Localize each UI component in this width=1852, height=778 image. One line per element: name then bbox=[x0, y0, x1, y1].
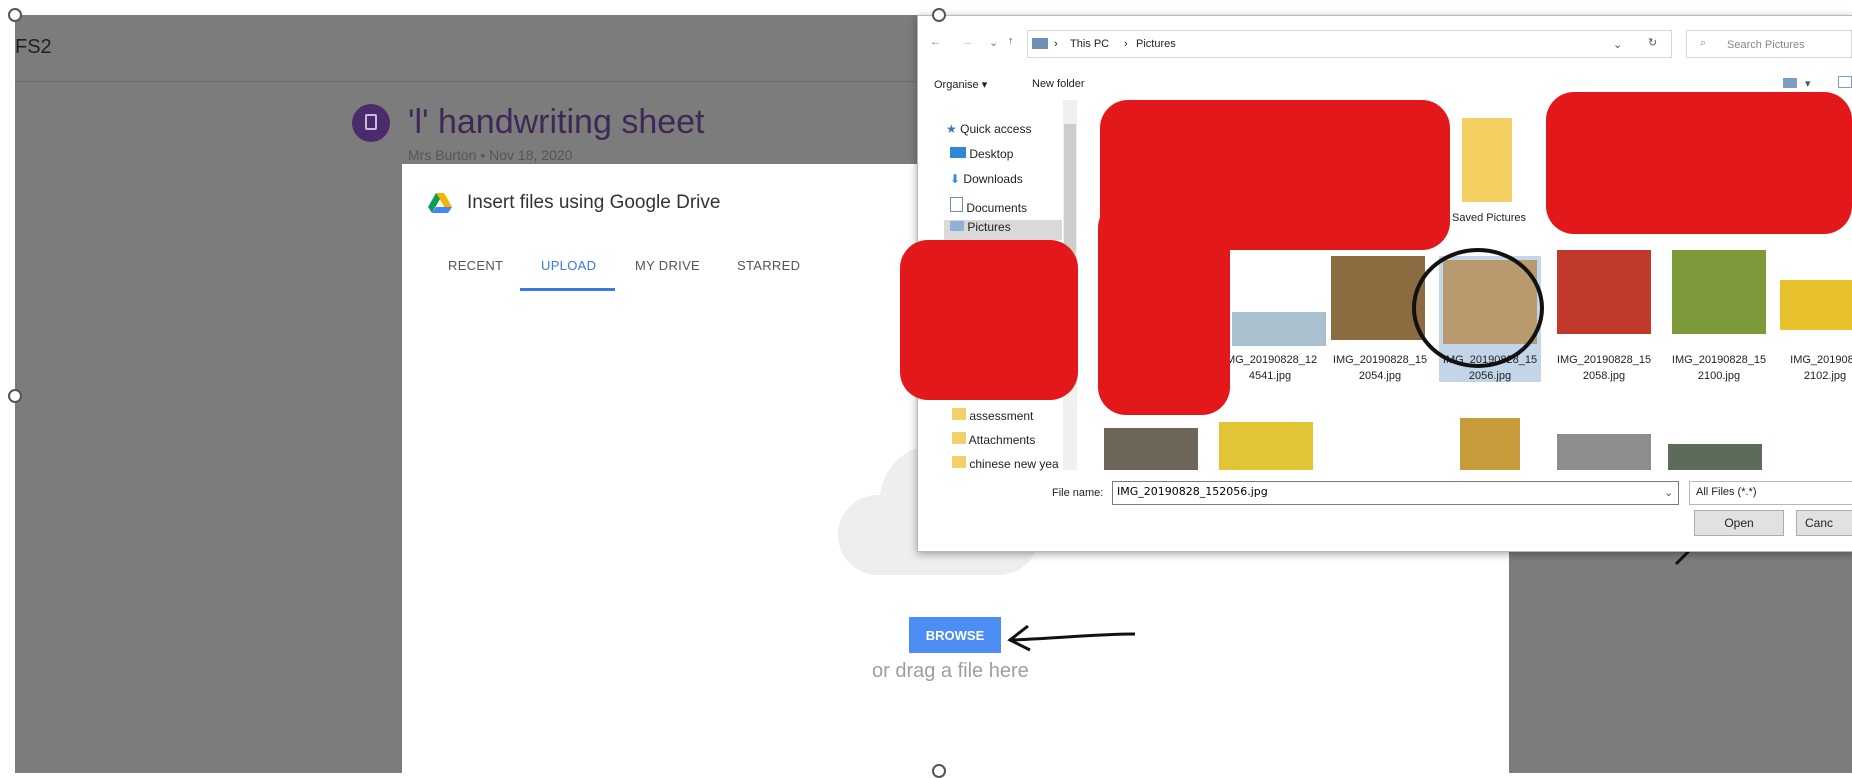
file-name-label[interactable]: IMG_20190828_15 2100.jpg bbox=[1664, 352, 1774, 384]
nav-folder-label: assessment bbox=[969, 409, 1034, 423]
picker-title: Insert files using Google Drive bbox=[467, 192, 721, 213]
google-drive-icon bbox=[428, 193, 452, 213]
view-options-icon[interactable] bbox=[1783, 78, 1797, 88]
file-name-label[interactable]: IMG_2019082 2102.jpg bbox=[1770, 352, 1852, 384]
breadcrumb-sep: › bbox=[1054, 38, 1058, 50]
tab-starred[interactable]: STARRED bbox=[737, 258, 800, 273]
redaction-mark bbox=[1098, 200, 1230, 415]
saved-pictures-label[interactable]: Saved Pictures bbox=[1452, 212, 1526, 224]
recent-locations-icon[interactable]: ⌄ bbox=[989, 36, 998, 49]
assignment-meta: Mrs Burton • Nov 18, 2020 bbox=[408, 147, 573, 163]
nav-scrollbar-thumb[interactable] bbox=[1064, 124, 1076, 254]
preview-pane-icon[interactable] bbox=[1838, 76, 1852, 88]
tab-my-drive[interactable]: MY DRIVE bbox=[635, 258, 700, 273]
tab-recent[interactable]: RECENT bbox=[448, 258, 503, 273]
breadcrumb-this-pc[interactable]: This PC bbox=[1070, 38, 1109, 50]
download-icon: ⬇ bbox=[950, 172, 961, 186]
back-icon[interactable]: ← bbox=[930, 36, 941, 48]
saved-pictures-folder-icon[interactable] bbox=[1462, 118, 1512, 202]
file-thumbnail[interactable] bbox=[1460, 418, 1520, 470]
file-name-label[interactable]: IMG_20190828_15 2058.jpg bbox=[1549, 352, 1659, 384]
nav-documents-label: Documents bbox=[966, 201, 1028, 215]
nav-folder-attachments[interactable]: Attachments bbox=[952, 432, 1035, 447]
redaction-mark bbox=[1546, 92, 1852, 234]
nav-folder-chinese-new-year[interactable]: chinese new yea bbox=[952, 456, 1059, 471]
crop-handle[interactable] bbox=[932, 764, 946, 778]
nav-pictures[interactable]: Pictures bbox=[944, 220, 1062, 240]
open-button[interactable]: Open bbox=[1694, 510, 1784, 536]
documents-icon bbox=[950, 197, 963, 212]
file-thumbnail[interactable] bbox=[1780, 280, 1852, 330]
breadcrumb-sep: › bbox=[1124, 38, 1128, 50]
file-thumbnail[interactable] bbox=[1557, 434, 1651, 470]
file-thumbnail[interactable] bbox=[1672, 250, 1766, 334]
annotation-arrow-browse bbox=[1007, 624, 1136, 652]
file-thumbnail[interactable] bbox=[1219, 422, 1313, 470]
file-thumbnail[interactable] bbox=[1232, 312, 1326, 346]
pictures-icon bbox=[950, 221, 964, 231]
drag-file-hint: or drag a file here bbox=[872, 660, 1029, 682]
nav-documents[interactable]: Documents bbox=[950, 197, 1027, 215]
search-icon: ⌕ bbox=[1700, 37, 1707, 49]
this-pc-icon bbox=[1032, 38, 1048, 49]
desktop-icon bbox=[950, 147, 966, 158]
organise-label: Organise bbox=[934, 79, 979, 91]
assignment-title: 'l' handwriting sheet bbox=[408, 103, 705, 141]
active-tab-indicator bbox=[520, 288, 615, 291]
crop-handle[interactable] bbox=[8, 8, 22, 22]
folder-icon bbox=[952, 456, 966, 468]
nav-folder-assessment[interactable]: assessment bbox=[952, 408, 1033, 423]
browse-button[interactable]: BROWSE bbox=[909, 617, 1001, 653]
crop-handle[interactable] bbox=[932, 8, 946, 22]
folder-icon bbox=[952, 432, 966, 444]
breadcrumb-pictures[interactable]: Pictures bbox=[1136, 38, 1176, 50]
up-icon[interactable]: ↑ bbox=[1008, 35, 1014, 47]
file-thumbnail[interactable] bbox=[1668, 444, 1762, 470]
file-thumbnail[interactable] bbox=[1557, 250, 1651, 334]
file-name-label-text: File name: bbox=[1052, 487, 1104, 499]
refresh-icon[interactable]: ↻ bbox=[1648, 36, 1657, 49]
file-name-dropdown-icon[interactable]: ⌄ bbox=[1664, 486, 1673, 499]
redaction-mark bbox=[900, 240, 1078, 400]
organise-menu[interactable]: Organise ▾ bbox=[934, 78, 987, 91]
nav-folder-label: Attachments bbox=[968, 433, 1036, 447]
address-dropdown-icon[interactable]: ⌄ bbox=[1613, 38, 1622, 51]
search-placeholder: Search Pictures bbox=[1727, 39, 1805, 51]
file-thumbnail[interactable] bbox=[1104, 428, 1198, 470]
forward-icon[interactable]: → bbox=[962, 36, 973, 48]
file-name-label[interactable]: IMG_20190828_12 4541.jpg bbox=[1215, 352, 1325, 384]
nav-downloads[interactable]: ⬇ Downloads bbox=[950, 172, 1023, 186]
file-name-input[interactable]: IMG_20190828_152056.jpg bbox=[1112, 481, 1679, 505]
crop-handle[interactable] bbox=[8, 389, 22, 403]
nav-quick-access[interactable]: ★ Quick access bbox=[946, 122, 1031, 136]
nav-pictures-label: Pictures bbox=[967, 220, 1011, 234]
folder-icon bbox=[952, 408, 966, 420]
cancel-button[interactable]: Canc bbox=[1796, 510, 1852, 536]
nav-desktop[interactable]: Desktop bbox=[950, 147, 1013, 161]
new-folder-button[interactable]: New folder bbox=[1032, 78, 1085, 90]
tab-upload[interactable]: UPLOAD bbox=[541, 258, 596, 273]
nav-desktop-label: Desktop bbox=[969, 147, 1014, 161]
view-dropdown-icon[interactable]: ▾ bbox=[1805, 77, 1811, 90]
annotation-circle bbox=[1412, 248, 1544, 368]
assignment-icon bbox=[352, 104, 390, 142]
file-type-select[interactable]: All Files (*.*) bbox=[1689, 481, 1852, 505]
star-icon: ★ bbox=[946, 122, 957, 136]
class-name[interactable]: FS2 bbox=[15, 36, 52, 59]
nav-downloads-label: Downloads bbox=[963, 172, 1023, 186]
nav-quick-access-label: Quick access bbox=[960, 122, 1032, 136]
nav-folder-label: chinese new yea bbox=[969, 457, 1059, 471]
